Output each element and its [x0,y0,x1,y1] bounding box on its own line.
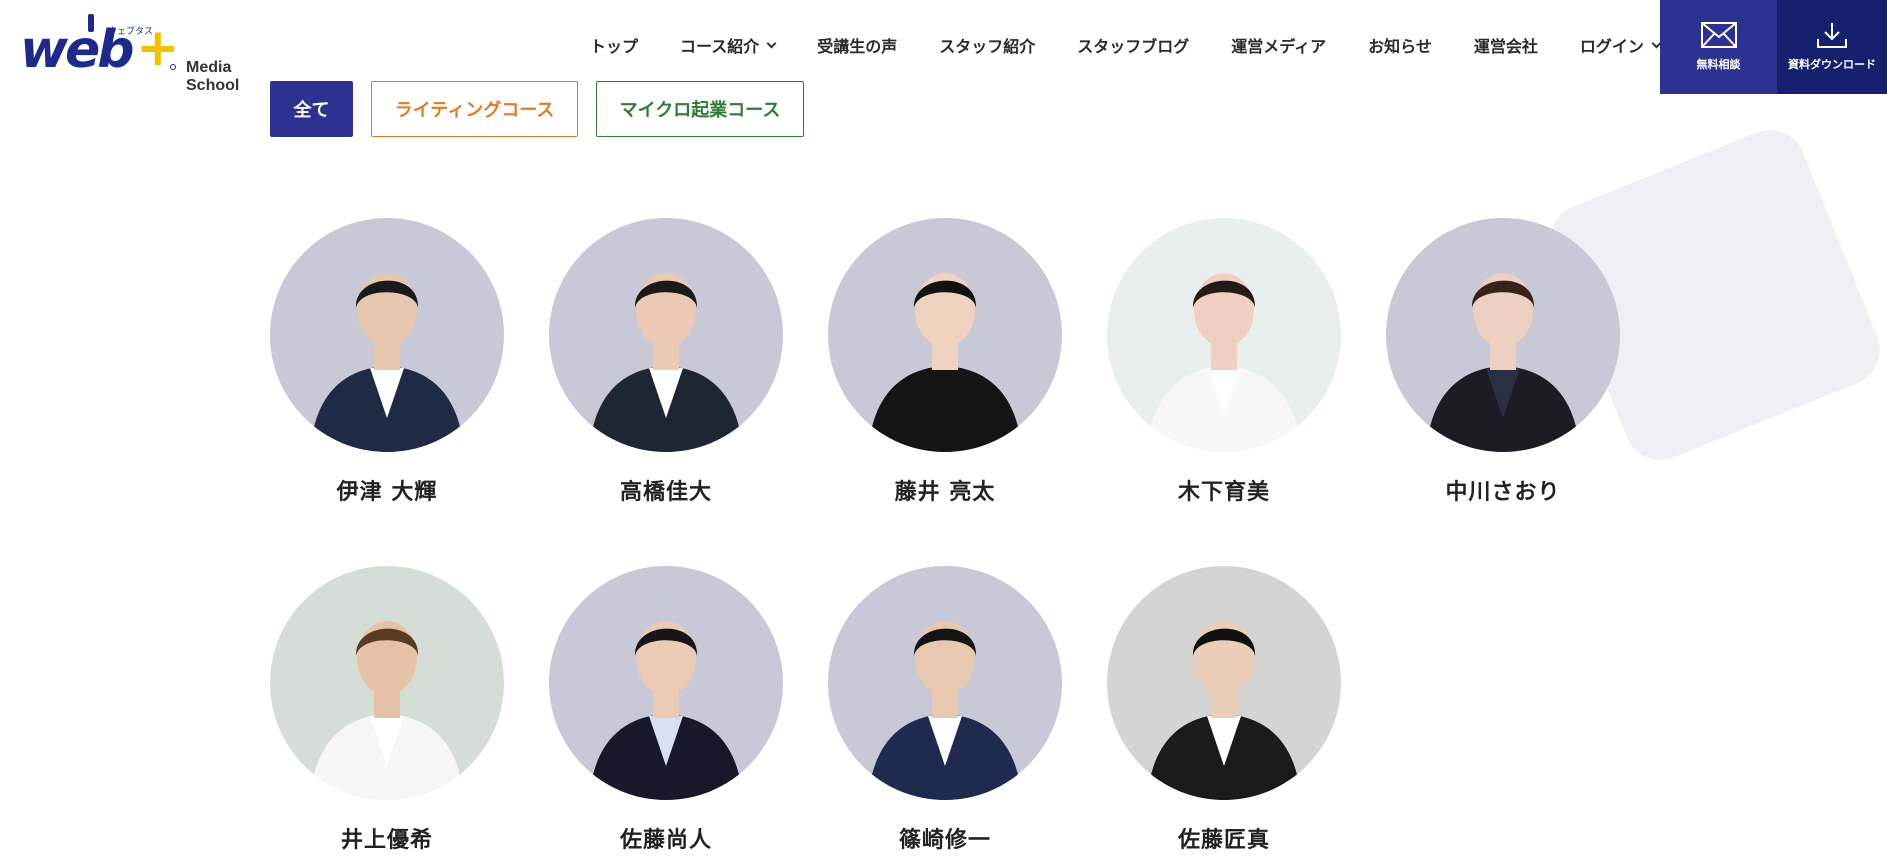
free-consultation-button[interactable]: 無料相談 [1660,0,1777,94]
staff-photo[interactable] [1386,218,1620,452]
staff-name: 篠崎修一 [898,828,991,853]
staff-name: 佐藤匠真 [1177,828,1270,853]
staff-card[interactable]: 篠崎修一 [828,566,1062,854]
nav-item-media[interactable]: 運営メディア [1231,33,1326,57]
cta-label: 無料相談 [1696,58,1741,71]
download-materials-button[interactable]: 資料ダウンロード [1777,0,1887,94]
staff-photo[interactable] [270,218,504,452]
staff-card[interactable]: 佐藤尚人 [549,566,783,854]
download-icon [1817,23,1847,48]
site-logo[interactable]: ウェブタス web + Media School [20,14,280,94]
person-portrait-icon [828,566,1062,800]
staff-name: 中川さおり [1445,480,1561,505]
staff-card[interactable]: 藤井 亮太 [828,218,1062,506]
staff-name: 井上優希 [340,828,433,853]
staff-photo[interactable] [828,566,1062,800]
staff-name: 木下育美 [1177,480,1270,505]
mail-icon [1700,22,1737,48]
person-portrait-icon [828,218,1062,452]
person-portrait-icon [1107,218,1341,452]
person-portrait-icon [1386,218,1620,452]
staff-photo[interactable] [270,566,504,800]
nav-item-testimonials[interactable]: 受講生の声 [817,33,897,57]
staff-photo[interactable] [828,218,1062,452]
nav-label: 運営メディア [1231,37,1327,56]
person-portrait-icon [1107,566,1341,800]
nav-item-staff-blog[interactable]: スタッフブログ [1077,33,1189,57]
staff-photo[interactable] [549,218,783,452]
staff-name: 佐藤尚人 [619,828,712,853]
staff-card[interactable]: 佐藤匠真 [1107,566,1341,854]
nav-label: お知らせ [1368,37,1432,56]
staff-card[interactable]: 井上優希 [270,566,504,854]
nav-label: 運営会社 [1473,37,1538,56]
person-portrait-icon [549,218,783,452]
staff-card[interactable]: 中川さおり [1386,218,1620,506]
staff-card[interactable]: 高橋佳大 [549,218,783,506]
nav-item-staff[interactable]: スタッフ紹介 [939,33,1035,57]
staff-name: 藤井 亮太 [894,480,996,505]
person-portrait-icon [270,566,504,800]
nav-label: スタッフ紹介 [939,37,1036,56]
cta-label: 資料ダウンロード [1788,58,1876,71]
nav-item-login[interactable]: ログイン [1579,33,1662,57]
staff-photo[interactable] [1107,218,1341,452]
staff-photo[interactable] [1107,566,1341,800]
nav-item-company[interactable]: 運営会社 [1474,33,1538,57]
nav-item-courses[interactable]: コース紹介 [680,33,777,57]
staff-card[interactable]: 伊津 大輝 [270,218,504,506]
logo-subtitle: Media School [186,59,240,94]
logo-dot-icon [170,64,176,70]
person-portrait-icon [270,218,504,452]
staff-name: 伊津 大輝 [336,480,438,505]
nav-label: ログイン [1579,37,1644,56]
staff-card[interactable]: 木下育美 [1107,218,1341,506]
main-nav: トップ コース紹介 受講生の声 スタッフ紹介 スタッフブログ 運営メディア お知… [590,32,1662,58]
chevron-down-icon [766,38,777,48]
person-portrait-icon [549,566,783,800]
nav-label: スタッフブログ [1077,37,1190,56]
staff-name: 高橋佳大 [619,480,712,505]
staff-photo[interactable] [549,566,783,800]
logo-wordmark: web [20,20,135,80]
nav-label: コース紹介 [680,37,760,56]
nav-label: トップ [590,37,639,56]
nav-item-top[interactable]: トップ [590,33,638,57]
nav-label: 受講生の声 [817,37,898,56]
nav-item-news[interactable]: お知らせ [1368,33,1432,57]
site-header: ウェブタス web + Media School トップ コース紹介 受講生の声… [0,0,1887,94]
